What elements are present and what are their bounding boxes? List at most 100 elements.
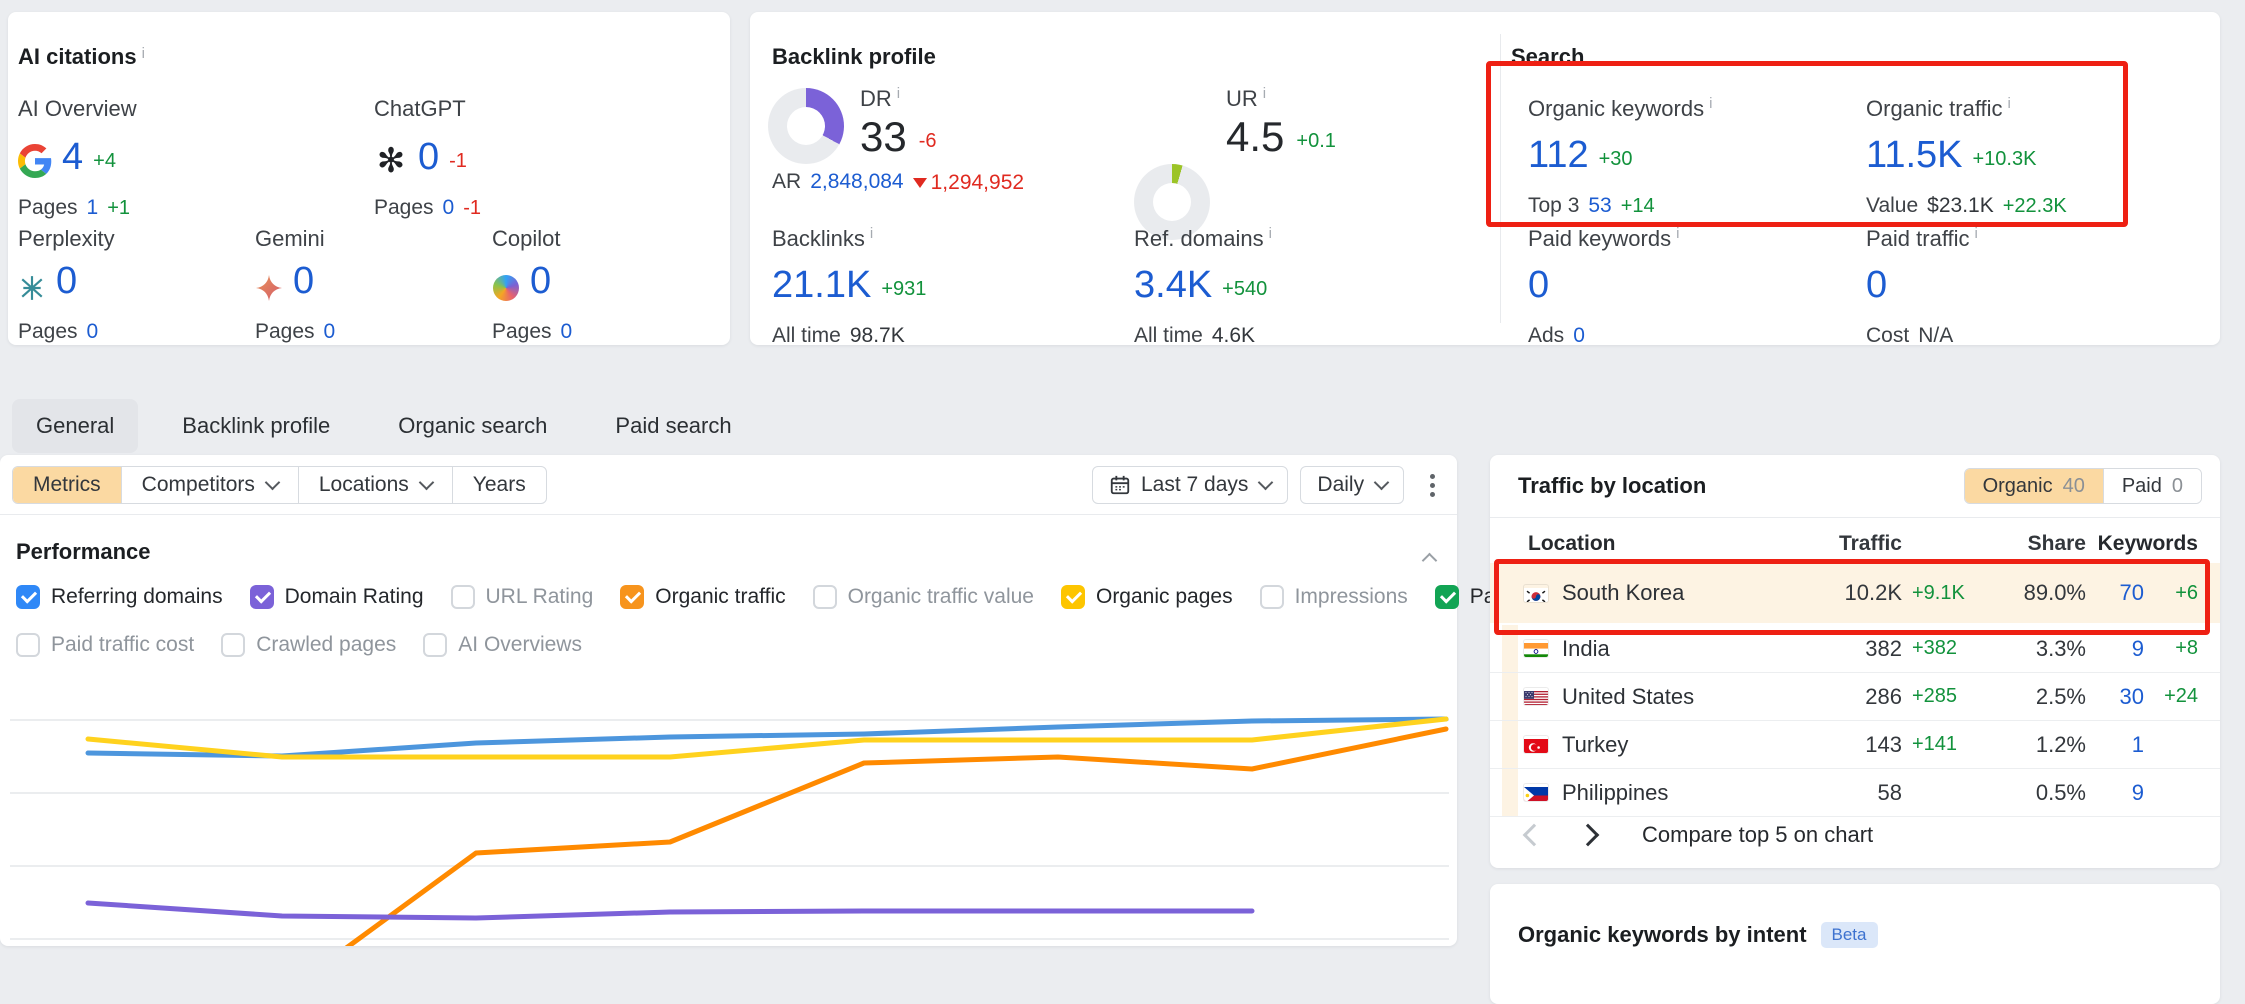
location-row-united-states[interactable]: United States 286 +285 2.5% 30 +24 (1490, 673, 2220, 721)
table-pagination: Compare top 5 on chart (1490, 811, 2220, 859)
traffic-by-location-header: Traffic by location Organic40 Paid0 (1490, 455, 2220, 517)
kebab-menu-icon (1430, 474, 1435, 479)
date-controls: Last 7 days Daily (1092, 466, 1449, 504)
copilot-icon (492, 274, 520, 302)
tab-paid-search[interactable]: Paid search (591, 399, 755, 453)
stat-organic-traffic: Organic traffic 11.5K +10.3K Value$23.1K… (1866, 96, 2067, 218)
info-icon[interactable] (2008, 99, 2011, 109)
locations-dropdown[interactable]: Locations (298, 467, 452, 503)
info-icon[interactable] (897, 89, 900, 99)
stat-paid-keywords: Paid keywords 0 Ads0 (1528, 226, 1679, 348)
chart-line-domain-rating (88, 903, 1252, 918)
info-icon[interactable] (1269, 229, 1272, 239)
header-divider (1490, 517, 2220, 518)
performance-line-chart (0, 646, 1457, 946)
stat-ref-domains: Ref. domains 3.4K +540 All time4.6K (1134, 226, 1272, 348)
chevron-down-icon (1258, 474, 1274, 490)
keywords-link[interactable]: 9 (2086, 780, 2144, 806)
keywords-link[interactable]: 30 (2086, 684, 2144, 710)
info-icon[interactable] (1975, 229, 1978, 239)
organic-traffic-value[interactable]: 11.5K (1866, 134, 1962, 176)
paid-keywords-value[interactable]: 0 (1528, 264, 1549, 306)
metrics-button[interactable]: Metrics (13, 467, 121, 503)
years-button[interactable]: Years (452, 467, 546, 503)
tab-general[interactable]: General (12, 399, 138, 453)
stat-copilot: Copilot 0 Pages0 (492, 226, 572, 344)
keywords-link[interactable]: 70 (2086, 580, 2144, 606)
info-icon[interactable] (1676, 229, 1679, 239)
checkbox-url-rating[interactable]: URL Rating (451, 585, 594, 609)
info-icon[interactable] (1263, 89, 1266, 99)
traffic-by-location-title: Traffic by location (1518, 473, 1706, 499)
performance-title: Performance (16, 539, 151, 565)
stat-dr: DR 33 -6 (860, 86, 937, 158)
organic-keywords-value[interactable]: 112 (1528, 134, 1589, 176)
perplexity-value[interactable]: 0 (56, 260, 77, 302)
stat-ai-overview: AI Overview 4 +4 Pages1+1 (18, 96, 137, 220)
checkbox-organic-traffic-value[interactable]: Organic traffic value (813, 585, 1034, 609)
ai-overview-value[interactable]: 4 (62, 136, 83, 178)
gemini-icon (255, 274, 283, 302)
tab-organic-search[interactable]: Organic search (374, 399, 571, 453)
previous-page-icon[interactable] (1523, 824, 1546, 847)
next-page-icon[interactable] (1577, 824, 1600, 847)
checkbox-domain-rating[interactable]: Domain Rating (250, 585, 424, 609)
checkbox-organic-traffic[interactable]: Organic traffic (620, 585, 785, 609)
toggle-organic[interactable]: Organic40 (1965, 469, 2103, 503)
ar-value[interactable]: 2,848,084 (810, 170, 903, 194)
more-menu-button[interactable] (1416, 466, 1449, 504)
chevron-down-icon (265, 474, 281, 490)
organic-paid-toggle: Organic40 Paid0 (1964, 468, 2202, 504)
checkbox-referring-domains[interactable]: Referring domains (16, 585, 223, 609)
checkbox-impressions[interactable]: Impressions (1260, 585, 1408, 609)
keywords-by-intent-title: Organic keywords by intent (1518, 922, 1807, 948)
paid-traffic-value[interactable]: 0 (1866, 264, 1887, 306)
perplexity-icon (18, 274, 46, 302)
flag-india-icon (1524, 640, 1548, 657)
stat-organic-keywords: Organic keywords 112 +30 Top 353+14 (1528, 96, 1712, 218)
toggle-paid[interactable]: Paid0 (2103, 469, 2201, 503)
flag-turkey-icon (1524, 736, 1548, 753)
stat-paid-traffic: Paid traffic 0 CostN/A (1866, 226, 1978, 348)
chevron-down-icon (1374, 474, 1390, 490)
backlink-profile-title: Backlink profile (772, 44, 936, 70)
stat-ur: UR 4.5 +0.1 (1226, 86, 1336, 158)
location-row-philippines[interactable]: Philippines 58 0.5% 9 (1490, 769, 2220, 817)
location-row-south-korea[interactable]: South Korea 10.2K +9.1K 89.0% 70 +6 (1490, 563, 2220, 623)
metric-checkbox-row-1: Referring domains Domain Rating URL Rati… (16, 585, 1569, 609)
stat-chatgpt: ChatGPT ✻ 0 -1 Pages0-1 (374, 96, 481, 220)
location-table-header: Location Traffic Share Keywords (1490, 529, 2220, 559)
collapse-section-icon[interactable] (1422, 553, 1438, 569)
compare-top5-link[interactable]: Compare top 5 on chart (1642, 822, 1873, 848)
checkbox-organic-pages[interactable]: Organic pages (1061, 585, 1233, 609)
location-row-turkey[interactable]: Turkey 143 +141 1.2% 1 (1490, 721, 2220, 769)
competitors-dropdown[interactable]: Competitors (121, 467, 298, 503)
chatgpt-icon: ✻ (374, 144, 408, 178)
date-range-dropdown[interactable]: Last 7 days (1092, 466, 1288, 504)
keywords-by-intent-header: Organic keywords by intent Beta (1518, 922, 1878, 948)
location-row-india[interactable]: India 382 +382 3.3% 9 +8 (1490, 625, 2220, 673)
ai-citations-card: AI citations AI Overview 4 +4 Pages1+1 C… (8, 12, 730, 345)
copilot-value[interactable]: 0 (530, 260, 551, 302)
chatgpt-value[interactable]: 0 (418, 136, 439, 178)
keywords-by-intent-card: Organic keywords by intent Beta (1490, 884, 2220, 1004)
info-icon[interactable] (142, 49, 145, 59)
calendar-icon (1109, 474, 1131, 496)
keywords-link[interactable]: 1 (2086, 732, 2144, 758)
granularity-dropdown[interactable]: Daily (1300, 466, 1404, 504)
google-icon (18, 144, 52, 178)
ai-citations-title: AI citations (18, 44, 145, 70)
backlink-search-card: Backlink profile DR 33 -6 AR 2,848,084 1… (750, 12, 2220, 345)
metrics-toolbar: Metrics Competitors Locations Years (12, 466, 547, 504)
ref-domains-value[interactable]: 3.4K (1134, 264, 1212, 306)
report-tabs: General Backlink profile Organic search … (12, 399, 756, 453)
info-icon[interactable] (870, 229, 873, 239)
info-icon[interactable] (1709, 99, 1712, 109)
toolbar-divider (0, 514, 1457, 515)
traffic-by-location-card: Traffic by location Organic40 Paid0 Loca… (1490, 455, 2220, 868)
backlinks-value[interactable]: 21.1K (772, 264, 871, 306)
tab-backlink-profile[interactable]: Backlink profile (158, 399, 354, 453)
chevron-down-icon (419, 474, 435, 490)
gemini-value[interactable]: 0 (293, 260, 314, 302)
keywords-link[interactable]: 9 (2086, 636, 2144, 662)
